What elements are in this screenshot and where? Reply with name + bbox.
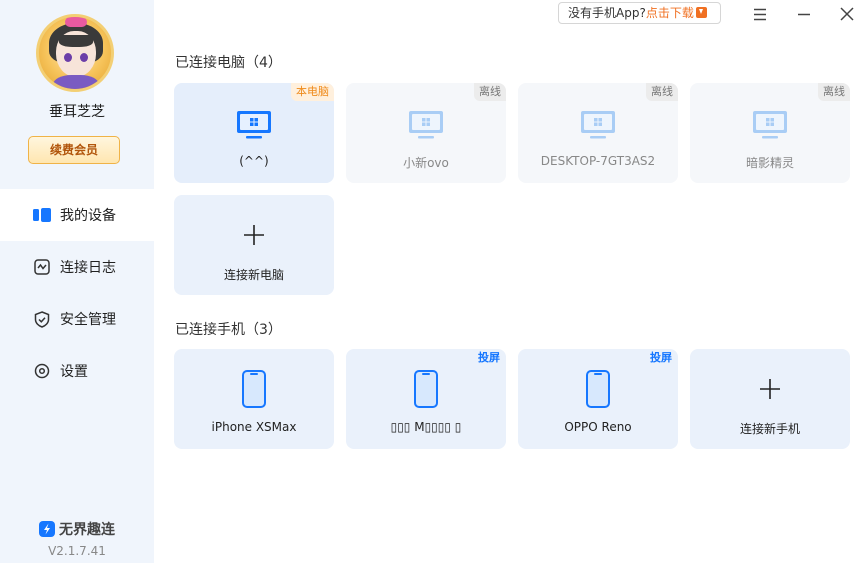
computer-card[interactable]: 离线 暗影精灵 <box>690 83 850 183</box>
screen-cast-badge[interactable]: 投屏 <box>645 349 678 367</box>
phone-icon <box>242 370 266 408</box>
add-phone-label: 连接新手机 <box>739 422 800 436</box>
phone-card[interactable]: 投屏 OPPO Reno <box>518 349 678 449</box>
phone-name: OPPO Reno <box>564 420 632 434</box>
brand: 无界趣连 <box>0 519 154 539</box>
minimize-button[interactable] <box>794 4 814 24</box>
hamburger-icon <box>754 8 766 21</box>
computer-name: DESKTOP-7GT3AS2 <box>540 154 656 168</box>
nav-item-label: 设置 <box>60 364 88 380</box>
version-label: V2.1.7.41 <box>48 544 106 558</box>
nav-item-my-devices[interactable]: 我的设备 <box>0 189 154 241</box>
renew-vip-button[interactable]: 续费会员 <box>28 136 120 164</box>
download-prompt: 没有手机App? <box>568 6 646 20</box>
settings-icon <box>33 362 51 380</box>
sidebar-nav: 我的设备 连接日志 安全管理 设置 <box>0 189 154 397</box>
plus-icon <box>760 379 780 399</box>
computer-card[interactable]: 离线 DESKTOP-7GT3AS2 <box>518 83 678 183</box>
nav-item-label: 我的设备 <box>60 208 116 224</box>
phone-card[interactable]: 投屏 ▯▯▯ M▯▯▯▯ ▯ <box>346 349 506 449</box>
add-computer-label: 连接新电脑 <box>223 268 284 282</box>
offline-badge: 离线 <box>474 83 506 101</box>
computers-section-title: 已连接电脑（4） <box>175 55 282 71</box>
close-icon <box>840 7 854 21</box>
download-icon <box>695 7 707 18</box>
app-window: 垂耳芝芝 续费会员 我的设备 连接日志 安全管理 设置 无界趣连 V2.1.7.… <box>0 0 861 563</box>
computer-name: (^^) <box>239 154 269 168</box>
phone-name: iPhone XSMax <box>211 420 297 434</box>
shield-icon <box>33 310 51 328</box>
offline-badge: 离线 <box>646 83 678 101</box>
computer-icon <box>581 111 615 139</box>
this-computer-badge: 本电脑 <box>291 83 334 101</box>
phone-icon <box>586 370 610 408</box>
brand-logo-icon <box>39 521 55 537</box>
computer-icon <box>753 111 787 139</box>
sidebar: 垂耳芝芝 续费会员 我的设备 连接日志 安全管理 设置 无界趣连 V2.1.7.… <box>0 0 154 563</box>
computer-card[interactable]: 本电脑 (^^) <box>174 83 334 183</box>
computer-card[interactable]: 离线 小新ovo <box>346 83 506 183</box>
computer-name: 暗影精灵 <box>745 156 794 170</box>
log-icon <box>33 258 51 276</box>
devices-icon <box>33 206 51 224</box>
menu-button[interactable] <box>750 4 770 24</box>
computer-icon <box>409 111 443 139</box>
phones-section-title: 已连接手机（3） <box>175 322 282 338</box>
minimize-icon <box>798 13 810 16</box>
nav-item-security[interactable]: 安全管理 <box>0 293 154 345</box>
avatar[interactable] <box>36 14 114 92</box>
phone-name: ▯▯▯ M▯▯▯▯ ▯ <box>390 420 462 434</box>
close-button[interactable] <box>837 4 857 24</box>
nav-item-label: 连接日志 <box>60 260 116 276</box>
username: 垂耳芝芝 <box>49 104 105 120</box>
add-computer-card[interactable]: 连接新电脑 <box>174 195 334 295</box>
computer-icon <box>237 111 271 139</box>
phone-icon <box>414 370 438 408</box>
download-link[interactable]: 点击下载 <box>646 6 694 20</box>
download-app-banner[interactable]: 没有手机App?点击下载 <box>558 2 721 24</box>
screen-cast-badge[interactable]: 投屏 <box>473 349 506 367</box>
nav-item-connection-log[interactable]: 连接日志 <box>0 241 154 293</box>
add-phone-card[interactable]: 连接新手机 <box>690 349 850 449</box>
brand-name: 无界趣连 <box>59 522 115 538</box>
phone-card[interactable]: iPhone XSMax <box>174 349 334 449</box>
nav-item-settings[interactable]: 设置 <box>0 345 154 397</box>
nav-item-label: 安全管理 <box>60 312 116 328</box>
plus-icon <box>244 225 264 245</box>
offline-badge: 离线 <box>818 83 850 101</box>
computer-name: 小新ovo <box>403 156 449 170</box>
